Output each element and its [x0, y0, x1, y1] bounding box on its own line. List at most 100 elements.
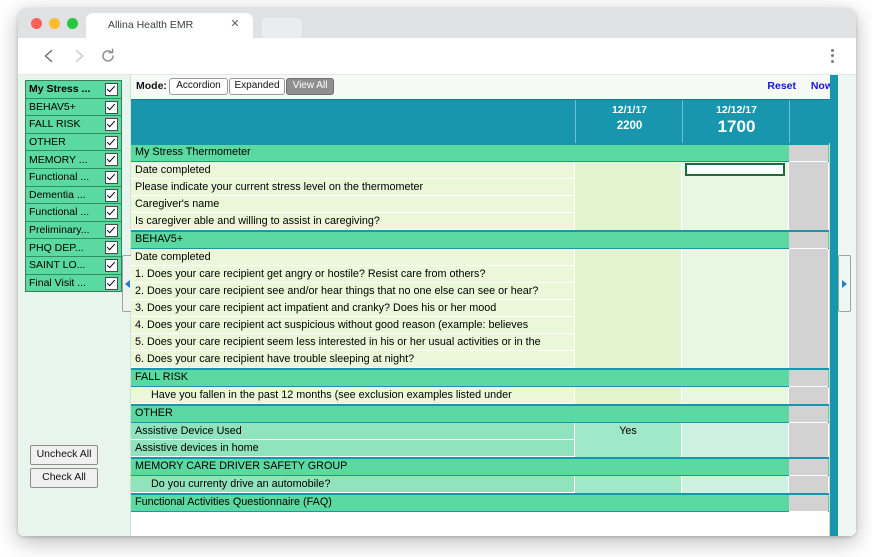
sidebar-item-11[interactable]: Final Visit ...: [26, 274, 121, 292]
row-value-col2[interactable]: [682, 334, 788, 352]
row-value-col3[interactable]: [789, 351, 828, 369]
row-value-col2[interactable]: [682, 283, 788, 301]
section-header-row[interactable]: BEHAV5+: [131, 230, 838, 249]
section-header-row[interactable]: MEMORY CARE DRIVER SAFETY GROUP: [131, 457, 838, 476]
flowsheet-row[interactable]: Have you fallen in the past 12 months (s…: [131, 387, 838, 405]
row-value-col1[interactable]: [575, 440, 681, 458]
sidebar-item-checkbox[interactable]: [105, 153, 118, 167]
column-header-2[interactable]: 12/12/17 1700: [682, 100, 790, 144]
row-value-col2[interactable]: [682, 266, 788, 284]
flowsheet-row[interactable]: Assistive devices in home: [131, 440, 838, 458]
mode-expanded-button[interactable]: Expanded: [229, 78, 285, 95]
flowsheet-row[interactable]: 1. Does your care recipient get angry or…: [131, 266, 838, 284]
row-value-col3[interactable]: [789, 459, 828, 476]
row-value-col3[interactable]: [789, 145, 828, 162]
column-header-1[interactable]: 12/1/17 2200: [575, 100, 683, 144]
row-value-col2[interactable]: [682, 196, 788, 214]
sidebar-item-0[interactable]: My Stress ...: [26, 81, 121, 99]
row-value-col2[interactable]: [682, 440, 788, 458]
mode-accordion-button[interactable]: Accordion: [169, 78, 228, 95]
sidebar-item-10[interactable]: SAINT LO...: [26, 256, 121, 275]
row-value-col2[interactable]: [682, 351, 788, 369]
row-value-col3[interactable]: [789, 266, 828, 284]
sidebar-item-checkbox[interactable]: [105, 118, 118, 132]
sidebar-item-2[interactable]: FALL RISK: [26, 116, 121, 134]
reload-icon[interactable]: [99, 47, 117, 65]
row-value-col2[interactable]: [682, 317, 788, 335]
row-value-col3[interactable]: [789, 440, 828, 458]
uncheck-all-button[interactable]: Uncheck All: [30, 445, 98, 465]
sidebar-item-3[interactable]: OTHER: [26, 133, 121, 152]
row-value-col3[interactable]: [789, 249, 828, 267]
row-value-col3[interactable]: [789, 283, 828, 301]
section-header-row[interactable]: FALL RISK: [131, 368, 838, 387]
row-value-col2[interactable]: [682, 249, 788, 267]
window-close-button[interactable]: [31, 18, 42, 29]
row-value-col3[interactable]: [789, 370, 828, 387]
new-tab-button[interactable]: [262, 18, 302, 38]
section-header-row[interactable]: Functional Activities Questionnaire (FAQ…: [131, 493, 838, 512]
row-value-col2[interactable]: [682, 300, 788, 318]
reset-link[interactable]: Reset: [767, 80, 796, 92]
sidebar-item-checkbox[interactable]: [105, 83, 118, 96]
sidebar-item-4[interactable]: MEMORY ...: [26, 151, 121, 169]
sidebar-item-checkbox[interactable]: [105, 170, 118, 184]
flowsheet-row[interactable]: Caregiver's name: [131, 196, 838, 214]
row-value-col2[interactable]: [682, 213, 788, 231]
sidebar-item-checkbox[interactable]: [105, 258, 118, 272]
row-value-col1[interactable]: [575, 283, 681, 301]
back-arrow-icon[interactable]: [40, 47, 58, 65]
flowsheet-row[interactable]: 2. Does your care recipient see and/or h…: [131, 283, 838, 301]
row-value-col1[interactable]: [575, 300, 681, 318]
check-all-button[interactable]: Check All: [30, 468, 98, 488]
row-value-col3[interactable]: [789, 162, 828, 180]
sidebar-item-checkbox[interactable]: [105, 241, 118, 255]
forward-arrow-icon[interactable]: [70, 47, 88, 65]
row-value-col3[interactable]: [789, 232, 828, 249]
flowsheet-row[interactable]: Please indicate your current stress leve…: [131, 179, 838, 197]
date-completed-input[interactable]: [685, 163, 785, 176]
row-value-col1[interactable]: [575, 476, 681, 494]
flowsheet-row[interactable]: Date completed: [131, 249, 838, 267]
sidebar-item-checkbox[interactable]: [105, 276, 118, 290]
row-value-col3[interactable]: [789, 406, 828, 423]
sidebar-item-checkbox[interactable]: [105, 223, 118, 237]
row-value-col2[interactable]: [682, 162, 788, 180]
close-icon[interactable]: ✕: [229, 18, 241, 30]
row-value-col2[interactable]: [682, 423, 788, 441]
row-value-col1[interactable]: [575, 213, 681, 231]
kebab-menu-icon[interactable]: [824, 46, 840, 66]
row-value-col3[interactable]: [789, 300, 828, 318]
right-panel-collapse-handle[interactable]: [838, 255, 851, 312]
row-value-col1[interactable]: [575, 317, 681, 335]
flowsheet-row[interactable]: 6. Does your care recipient have trouble…: [131, 351, 838, 369]
row-value-col1[interactable]: [575, 249, 681, 267]
sidebar-item-9[interactable]: PHQ DEP...: [26, 239, 121, 257]
sidebar-item-7[interactable]: Functional ...: [26, 204, 121, 222]
flowsheet-row[interactable]: Is caregiver able and willing to assist …: [131, 213, 838, 231]
row-value-col1[interactable]: Yes: [575, 423, 681, 441]
window-minimize-button[interactable]: [49, 18, 60, 29]
section-header-row[interactable]: My Stress Thermometer: [131, 143, 838, 162]
row-value-col3[interactable]: [789, 495, 828, 512]
row-value-col3[interactable]: [789, 423, 828, 441]
row-value-col1[interactable]: [575, 387, 681, 405]
row-value-col3[interactable]: [789, 387, 828, 405]
row-value-col1[interactable]: [575, 162, 681, 180]
row-value-col1[interactable]: [575, 334, 681, 352]
row-value-col3[interactable]: [789, 179, 828, 197]
row-value-col1[interactable]: [575, 196, 681, 214]
row-value-col3[interactable]: [789, 196, 828, 214]
sidebar-item-checkbox[interactable]: [105, 206, 118, 220]
sidebar-item-6[interactable]: Dementia ...: [26, 186, 121, 205]
window-maximize-button[interactable]: [67, 18, 78, 29]
flowsheet-row[interactable]: Date completed: [131, 162, 838, 180]
flowsheet-row[interactable]: Do you currenty drive an automobile?: [131, 476, 838, 494]
sidebar-item-checkbox[interactable]: [105, 135, 118, 149]
row-value-col1[interactable]: [575, 266, 681, 284]
sidebar-item-8[interactable]: Preliminary...: [26, 221, 121, 240]
row-value-col1[interactable]: [575, 351, 681, 369]
row-value-col2[interactable]: [682, 179, 788, 197]
browser-tab[interactable]: Allina Health EMR ✕: [86, 13, 253, 38]
flowsheet-row[interactable]: 3. Does your care recipient act impatien…: [131, 300, 838, 318]
